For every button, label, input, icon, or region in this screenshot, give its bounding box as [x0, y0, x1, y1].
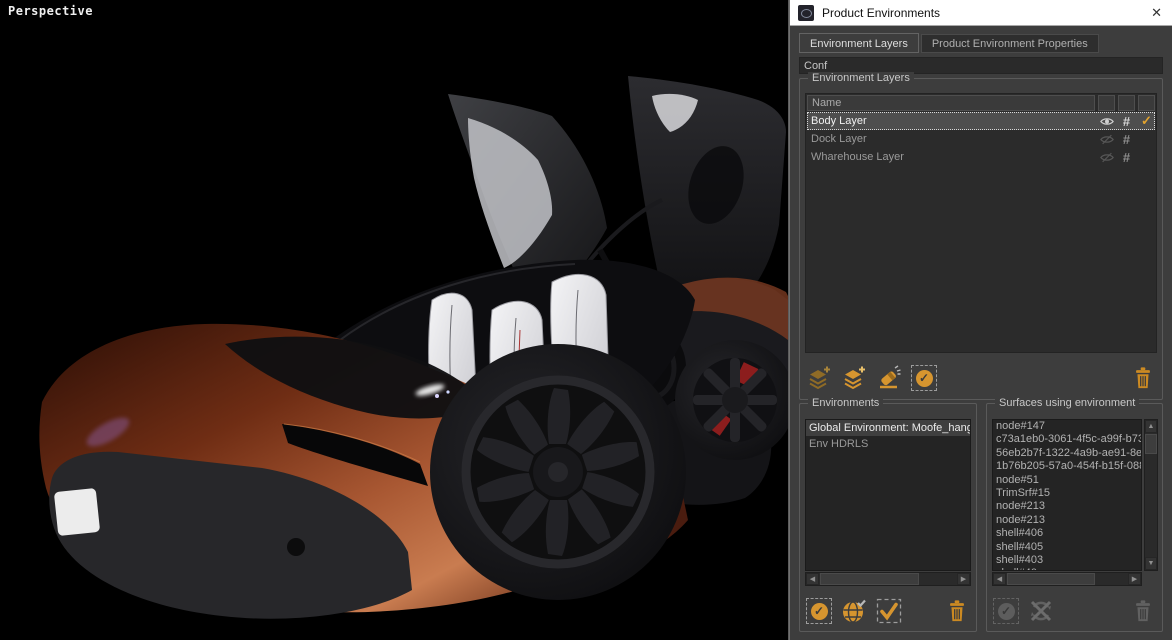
- add-sublayer-button[interactable]: [841, 365, 867, 391]
- tab-product-environment-properties[interactable]: Product Environment Properties: [921, 34, 1099, 53]
- add-layer-button[interactable]: [806, 365, 832, 391]
- list-item[interactable]: shell#405: [993, 541, 1141, 554]
- 3d-viewport[interactable]: Perspective: [0, 0, 788, 640]
- list-item[interactable]: node#213: [993, 514, 1141, 527]
- list-item[interactable]: 1b76b205-57a0-454f-b15f-088169e: [993, 460, 1141, 473]
- list-item[interactable]: c73a1eb0-3061-4f5c-a99f-b733c92: [993, 433, 1141, 446]
- group-title: Surfaces using environment: [995, 397, 1139, 409]
- list-item[interactable]: TrimSrf#15: [993, 487, 1141, 500]
- circle-check-icon: ✓: [916, 370, 933, 387]
- window-title: Product Environments: [822, 6, 1149, 20]
- globe-check-icon: [841, 598, 867, 624]
- group-title: Environments: [808, 397, 883, 409]
- tab-bar: Environment Layers Product Environment P…: [799, 33, 1101, 53]
- hash-icon[interactable]: #: [1118, 132, 1135, 147]
- horizontal-scrollbar[interactable]: ◀ ▶: [992, 572, 1142, 586]
- add-sublayer-icon: [841, 365, 867, 391]
- layer-row-wharehouse[interactable]: Wharehouse Layer #: [807, 148, 1155, 166]
- rename-layer-button[interactable]: [876, 365, 902, 391]
- window-titlebar[interactable]: Product Environments ✕: [790, 0, 1172, 26]
- scroll-left-icon[interactable]: ◀: [806, 573, 819, 585]
- viewport-label: Perspective: [8, 4, 93, 18]
- scroll-left-icon[interactable]: ◀: [993, 573, 1006, 585]
- delete-layer-button[interactable]: [1130, 365, 1156, 391]
- surfaces-group: Surfaces using environment node#147 c73a…: [986, 403, 1163, 632]
- list-item[interactable]: Global Environment: Moofe_hangar_20: [806, 420, 970, 436]
- layer-row-dock[interactable]: Dock Layer #: [807, 130, 1155, 148]
- active-column-header[interactable]: [1138, 95, 1155, 111]
- scroll-thumb[interactable]: [1145, 434, 1157, 454]
- select-environment-objects-button[interactable]: ✓: [806, 598, 832, 624]
- trash-icon: [1131, 599, 1155, 623]
- hash-icon[interactable]: #: [1118, 150, 1135, 165]
- list-item[interactable]: node#147: [993, 420, 1141, 433]
- scroll-track[interactable]: [819, 573, 957, 585]
- layer-table[interactable]: Name Body Layer # ✓ Dock Layer: [805, 93, 1157, 353]
- eraser-icon: [876, 365, 902, 391]
- layer-table-header: Name: [807, 95, 1155, 111]
- list-item[interactable]: node#51: [993, 474, 1141, 487]
- hash-icon[interactable]: #: [1118, 114, 1135, 129]
- environments-group: Environments Global Environment: Moofe_h…: [799, 403, 977, 632]
- sync-cross-icon: [1028, 598, 1054, 624]
- eye-slash-icon[interactable]: [1098, 152, 1115, 163]
- list-item[interactable]: shell#40: [993, 567, 1141, 571]
- tab-environment-layers[interactable]: Environment Layers: [799, 33, 919, 53]
- check-icon[interactable]: ✓: [1138, 113, 1155, 129]
- vertical-scrollbar[interactable]: ▲ ▼: [1144, 419, 1158, 571]
- list-item[interactable]: node#213: [993, 500, 1141, 513]
- select-layer-objects-button[interactable]: ✓: [911, 365, 937, 391]
- select-surface-objects-button-disabled[interactable]: ✓: [993, 598, 1019, 624]
- scroll-thumb[interactable]: [1007, 573, 1095, 585]
- eye-slash-icon[interactable]: [1098, 134, 1115, 145]
- visibility-column-header[interactable]: [1098, 95, 1115, 111]
- list-item[interactable]: shell#406: [993, 527, 1141, 540]
- app-icon: [798, 5, 814, 21]
- group-title: Environment Layers: [808, 72, 914, 84]
- list-item[interactable]: shell#403: [993, 554, 1141, 567]
- scroll-down-icon[interactable]: ▼: [1145, 557, 1157, 570]
- eye-icon[interactable]: [1098, 116, 1115, 127]
- hash-column-header[interactable]: [1118, 95, 1135, 111]
- panel-content: Environment Layers Product Environment P…: [790, 26, 1172, 640]
- surfaces-toolbar: ✓: [993, 596, 1156, 626]
- environments-list[interactable]: Global Environment: Moofe_hangar_20 Env …: [805, 419, 971, 571]
- add-layer-icon: [806, 365, 832, 391]
- layer-toolbar: ✓: [806, 362, 1156, 394]
- delete-surface-assignment-button-disabled[interactable]: [1130, 598, 1156, 624]
- name-column-header[interactable]: Name: [807, 95, 1095, 111]
- unassign-environment-button-disabled[interactable]: [1028, 598, 1054, 624]
- trash-icon: [1131, 366, 1155, 390]
- horizontal-scrollbar[interactable]: ◀ ▶: [805, 572, 971, 586]
- environments-toolbar: ✓: [806, 596, 970, 626]
- layer-name: Body Layer: [807, 115, 1095, 127]
- scroll-thumb[interactable]: [820, 573, 919, 585]
- layer-row-body[interactable]: Body Layer # ✓: [807, 112, 1155, 130]
- delete-environment-button[interactable]: [944, 598, 970, 624]
- close-icon[interactable]: ✕: [1149, 5, 1164, 21]
- circle-check-icon: ✓: [811, 603, 828, 620]
- layer-name: Wharehouse Layer: [807, 151, 1095, 163]
- car-render: [0, 0, 788, 640]
- list-item[interactable]: Env HDRLS: [806, 436, 970, 452]
- list-item[interactable]: 56eb2b7f-1322-4a9b-ae91-8eeda49: [993, 447, 1141, 460]
- layer-name: Dock Layer: [807, 133, 1095, 145]
- product-environments-window: Product Environments ✕ Environment Layer…: [789, 0, 1172, 640]
- set-global-environment-button[interactable]: [841, 598, 867, 624]
- scroll-right-icon[interactable]: ▶: [957, 573, 970, 585]
- check-select-icon: [876, 598, 902, 624]
- assign-environment-button[interactable]: [876, 598, 902, 624]
- trash-icon: [945, 599, 969, 623]
- scroll-track[interactable]: [1006, 573, 1128, 585]
- scroll-right-icon[interactable]: ▶: [1128, 573, 1141, 585]
- scroll-up-icon[interactable]: ▲: [1145, 420, 1157, 433]
- scroll-track[interactable]: [1145, 433, 1157, 557]
- circle-check-icon: ✓: [998, 603, 1015, 620]
- surfaces-list[interactable]: node#147 c73a1eb0-3061-4f5c-a99f-b733c92…: [992, 419, 1142, 571]
- environment-layers-group: Environment Layers Name Body Layer # ✓: [799, 78, 1163, 400]
